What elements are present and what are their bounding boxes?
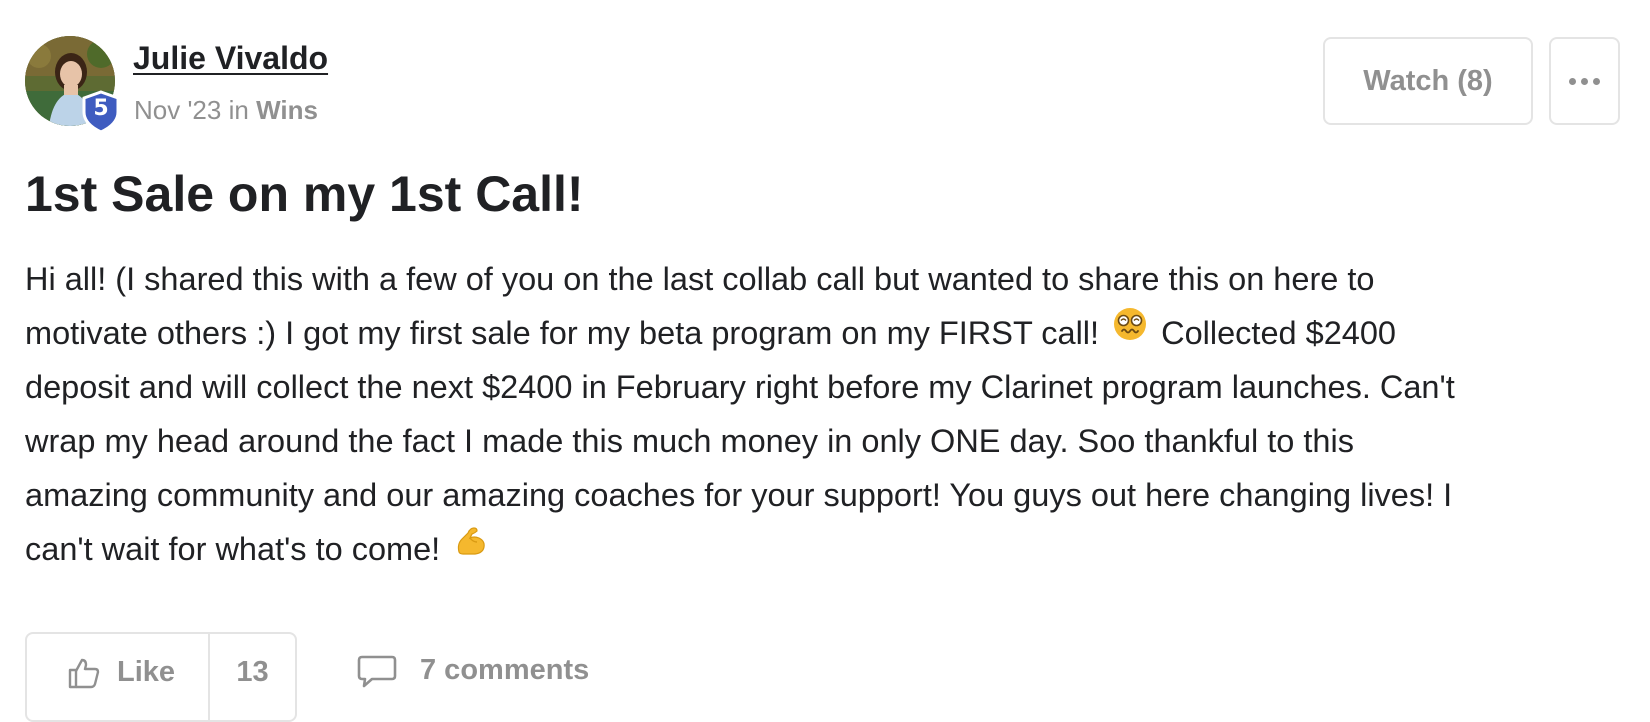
- author-name-link[interactable]: Julie Vivaldo: [133, 40, 328, 77]
- like-button[interactable]: Like: [27, 634, 210, 720]
- category-link[interactable]: Wins: [256, 95, 318, 125]
- body-line: amazing community and our amazing coache…: [25, 477, 1453, 513]
- ellipsis-icon: [1569, 77, 1600, 85]
- author-avatar-container[interactable]: 5: [25, 36, 120, 134]
- body-line-text: motivate others :) I got my first sale f…: [25, 315, 1100, 351]
- like-label: Like: [117, 656, 176, 688]
- post-body: Hi all! (I shared this with a few of you…: [25, 252, 1635, 576]
- flexed-biceps-emoji-icon: [453, 520, 489, 574]
- like-group: Like 13: [25, 632, 297, 722]
- comments-count-label: 7 comments: [420, 654, 590, 686]
- body-line-text: can't wait for what's to come!: [25, 531, 441, 567]
- level-badge: 5: [81, 90, 121, 134]
- meta-connector: in: [228, 95, 249, 125]
- body-line-text-continued: Collected $2400: [1161, 315, 1397, 351]
- body-line: deposit and will collect the next $2400 …: [25, 369, 1455, 405]
- more-options-button[interactable]: [1549, 37, 1620, 125]
- post-date: Nov '23: [134, 95, 222, 125]
- post-card: 5 Julie Vivaldo Nov '23 in Wins Watch (8…: [0, 0, 1650, 722]
- body-line: wrap my head around the fact I made this…: [25, 423, 1354, 459]
- watch-button[interactable]: Watch (8): [1323, 37, 1533, 125]
- like-count[interactable]: 13: [210, 634, 295, 720]
- body-line: can't wait for what's to come!: [25, 522, 1635, 576]
- thumbs-up-icon: [67, 656, 101, 695]
- comments-link[interactable]: 7 comments: [356, 654, 589, 695]
- level-number: 5: [93, 96, 109, 121]
- body-line: motivate others :) I got my first sale f…: [25, 306, 1635, 360]
- post-title: 1st Sale on my 1st Call!: [25, 166, 584, 222]
- body-line: Hi all! (I shared this with a few of you…: [25, 261, 1375, 297]
- dizzy-face-emoji-icon: [1112, 304, 1148, 358]
- comment-bubble-icon: [356, 654, 398, 695]
- post-meta: Nov '23 in Wins: [134, 95, 318, 126]
